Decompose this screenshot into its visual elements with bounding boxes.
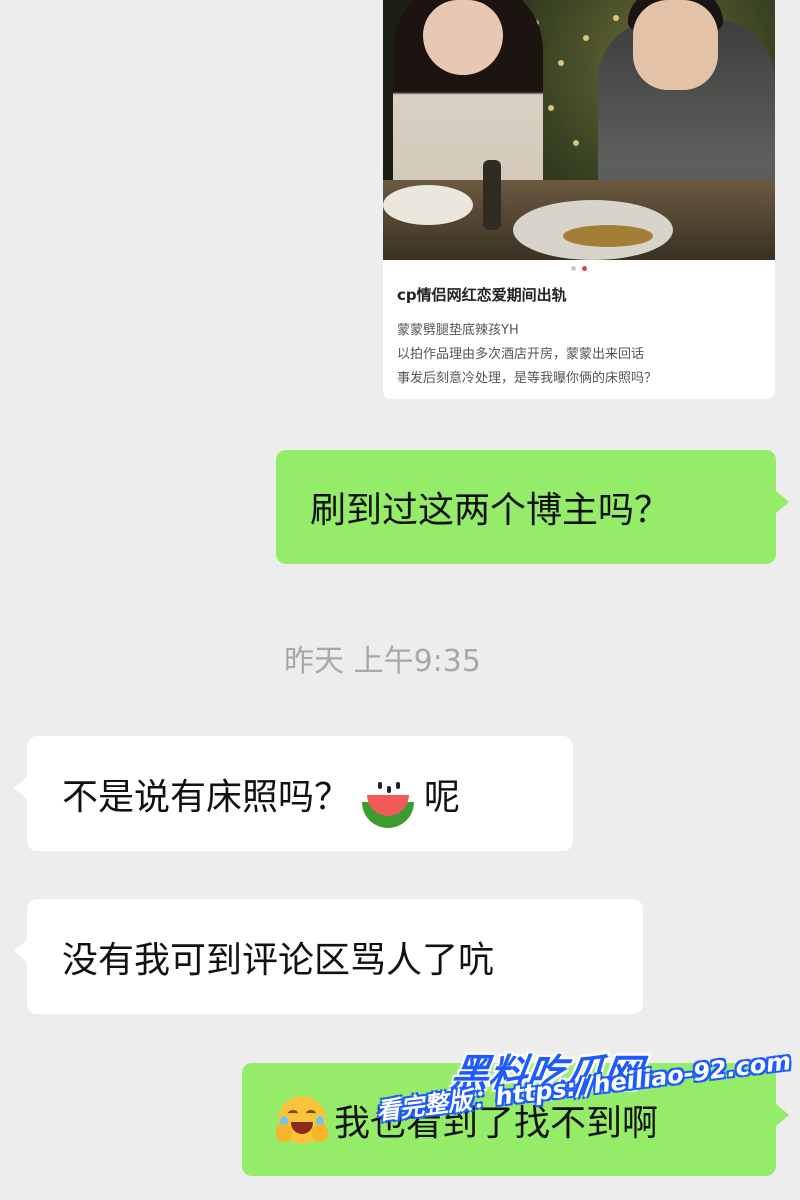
message-bubble-outgoing[interactable]: 刷到过这两个博主吗？	[276, 450, 789, 564]
shared-post-description: 蒙蒙劈腿垫底辣孩YH 以拍作品理由多次酒店开房，蒙蒙出来回话 事发后刻意冷处理，…	[397, 319, 657, 391]
shared-post-title: cp情侣网红恋爱期间出轨	[397, 286, 567, 304]
photo-bottle	[483, 160, 501, 230]
message-timestamp: 昨天 上午9:35	[284, 644, 481, 679]
photo-pasta	[563, 225, 653, 247]
message-text: 呢	[424, 776, 461, 818]
tears-of-joy-icon	[276, 1095, 328, 1144]
carousel-indicator	[383, 266, 775, 271]
message-bubble-outgoing[interactable]: 我也看到了找不到啊	[242, 1063, 789, 1176]
message-text: 我也看到了找不到啊	[334, 1102, 659, 1144]
message-bubble-incoming[interactable]: 没有我可到评论区骂人了吭	[14, 899, 643, 1014]
message-text: 刷到过这两个博主吗？	[310, 490, 671, 531]
shared-post-photo[interactable]	[383, 0, 775, 260]
shared-post-line: 事发后刻意冷处理，是等我曝你俩的床照吗？	[397, 371, 658, 386]
message-bubble-incoming[interactable]: 不是说有床照吗？ 呢	[14, 736, 573, 851]
carousel-dot-1	[571, 266, 576, 271]
watermelon-icon	[362, 776, 414, 812]
shared-post-line: 蒙蒙劈腿垫底辣孩YH	[397, 323, 519, 338]
shared-post-card[interactable]: cp情侣网红恋爱期间出轨 蒙蒙劈腿垫底辣孩YH 以拍作品理由多次酒店开房，蒙蒙出…	[383, 0, 775, 399]
message-text: 不是说有床照吗？	[62, 776, 351, 818]
photo-face-right	[633, 0, 718, 90]
message-text: 没有我可到评论区骂人了吭	[62, 939, 495, 981]
photo-plate-left	[383, 185, 473, 225]
shared-post-line: 以拍作品理由多次酒店开房，蒙蒙出来回话	[397, 347, 645, 362]
carousel-dot-2	[582, 266, 587, 271]
